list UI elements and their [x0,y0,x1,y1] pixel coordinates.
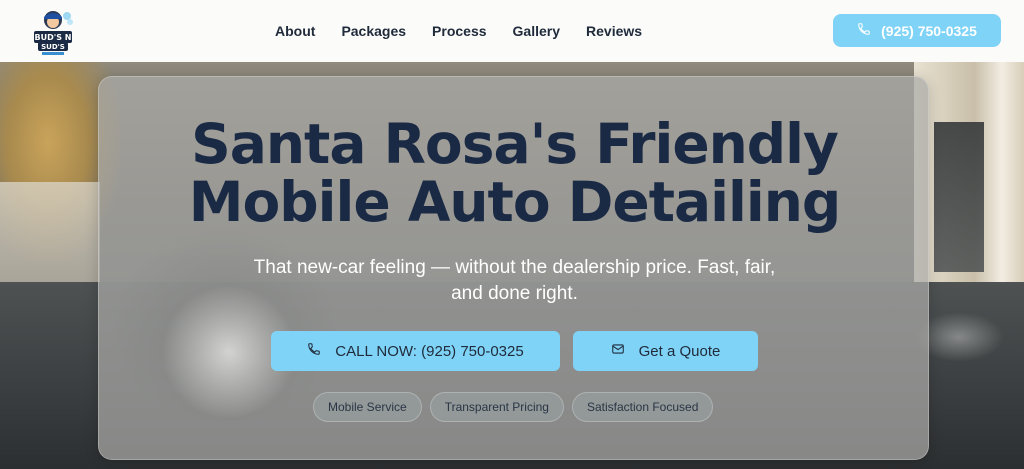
nav-packages[interactable]: Packages [341,23,406,39]
pill-satisfaction-focused: Satisfaction Focused [571,392,714,422]
header-phone-label: (925) 750-0325 [881,22,977,39]
pill-transparent-pricing: Transparent Pricing [429,392,564,422]
hero-card: Santa Rosa's Friendly Mobile Auto Detail… [98,76,929,460]
get-quote-label: Get a Quote [638,342,721,360]
feature-pills: Mobile Service Transparent Pricing Satis… [313,392,714,422]
phone-icon [857,22,871,39]
nav-reviews[interactable]: Reviews [586,23,642,39]
pill-mobile-service: Mobile Service [313,392,422,422]
hero-title-line2: Mobile Auto Detailing [188,170,841,234]
svg-text:SUD'S: SUD'S [41,43,65,51]
call-now-label: CALL NOW: (925) 750-0325 [335,342,524,360]
svg-text:BUD'S N: BUD'S N [35,33,72,42]
nav-process[interactable]: Process [432,23,486,39]
nav-gallery[interactable]: Gallery [513,23,560,39]
header-phone-button[interactable]: (925) 750-0325 [833,14,1001,47]
hero-cta-row: CALL NOW: (925) 750-0325 Get a Quote [271,331,758,371]
main-nav: About Packages Process Gallery Reviews [262,0,655,62]
hero-title: Santa Rosa's Friendly Mobile Auto Detail… [99,115,930,231]
site-header: BUD'S N SUD'S About Packages Process Gal… [0,0,1024,62]
hero-title-line1: Santa Rosa's Friendly [191,112,839,176]
phone-icon [307,342,321,360]
nav-about[interactable]: About [275,23,315,39]
hero-subtitle: That new-car feeling — without the deale… [253,257,776,304]
background-garage-interior [934,122,984,272]
mail-icon [611,342,625,360]
call-now-button[interactable]: CALL NOW: (925) 750-0325 [271,331,560,371]
get-quote-button[interactable]: Get a Quote [573,331,758,371]
brand-logo[interactable]: BUD'S N SUD'S [30,7,76,57]
background-wall [0,182,100,292]
